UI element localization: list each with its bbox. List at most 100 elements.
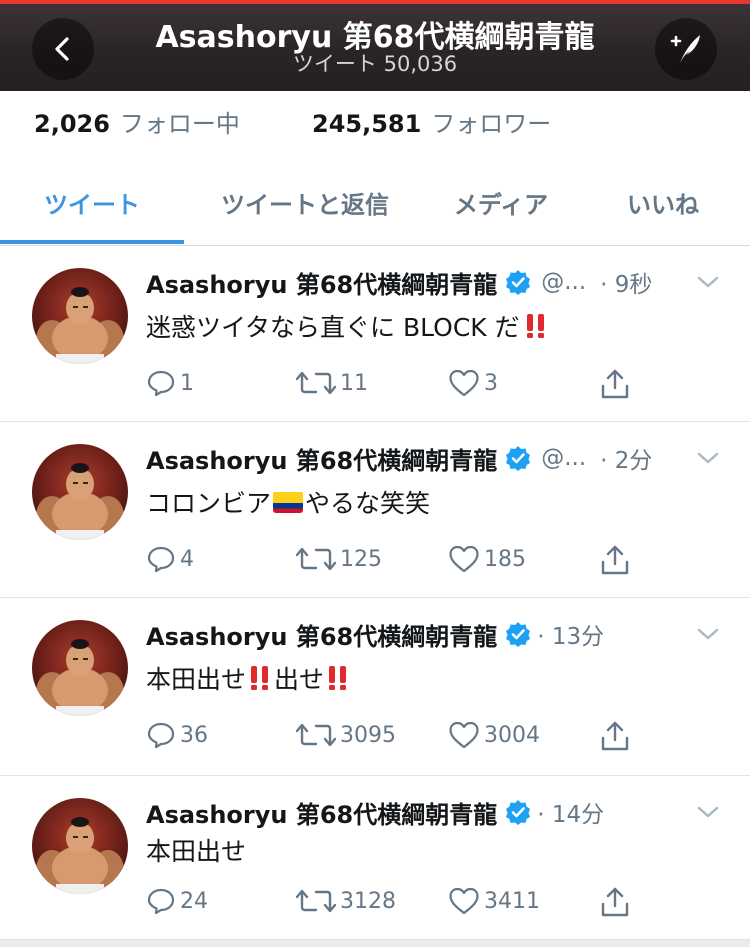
retweet-count: 125	[340, 546, 382, 572]
heart-icon	[448, 368, 480, 398]
tweet-timestamp[interactable]: · 14分	[537, 795, 604, 829]
reply-icon	[146, 720, 176, 750]
reply-button[interactable]: 4	[146, 544, 194, 574]
share-button[interactable]	[600, 886, 634, 918]
reply-count: 24	[180, 888, 208, 914]
like-button[interactable]: 3004	[448, 720, 540, 750]
tweet-card[interactable]: Asashoryu 第68代横綱朝青龍 · 14分 本田出せ 24 3128 3…	[0, 776, 750, 940]
tweet-header: Asashoryu 第68代横綱朝青龍 · 13分	[146, 616, 604, 652]
retweet-icon	[296, 886, 336, 916]
tweet-text-main: コロンビア	[146, 489, 272, 518]
share-button[interactable]	[600, 368, 634, 400]
tab-tweets-and-replies[interactable]: ツイートと返信	[184, 160, 426, 244]
display-name[interactable]: Asashoryu 第68代横綱朝青龍	[146, 265, 497, 300]
tweet-card[interactable]: Asashoryu 第68代横綱朝青龍 @... · 9秒 迷惑ツイタなら直ぐに…	[0, 246, 750, 422]
like-count: 3	[484, 370, 498, 396]
tweet-card[interactable]: Asashoryu 第68代横綱朝青龍 · 13分 本田出せ 出せ 36 309…	[0, 598, 750, 776]
reply-icon	[146, 368, 176, 398]
avatar[interactable]	[32, 268, 128, 364]
retweet-button[interactable]: 3128	[296, 886, 396, 916]
display-name[interactable]: Asashoryu 第68代横綱朝青龍	[146, 617, 497, 652]
following-count: 2,026	[34, 110, 110, 138]
tweet-text: 迷惑ツイタなら直ぐに BLOCK だ	[146, 308, 548, 344]
display-name[interactable]: Asashoryu 第68代横綱朝青龍	[146, 441, 497, 476]
share-icon	[600, 720, 630, 752]
like-count: 3411	[484, 888, 540, 914]
compose-tweet-icon	[670, 35, 700, 63]
tweet-text-after: 出せ	[274, 665, 325, 694]
tweet-text-main: 迷惑ツイタなら直ぐに BLOCK だ	[146, 313, 520, 342]
reply-button[interactable]: 36	[146, 720, 208, 750]
chevron-down-icon[interactable]	[696, 274, 720, 290]
followers-stat[interactable]: 245,581 フォロワー	[312, 104, 551, 139]
share-icon	[600, 368, 630, 400]
tweet-header: Asashoryu 第68代横綱朝青龍 @... · 2分	[146, 440, 652, 476]
chevron-down-icon[interactable]	[696, 450, 720, 466]
reply-icon	[146, 544, 176, 574]
reply-count: 1	[180, 370, 194, 396]
verified-badge-icon	[505, 621, 531, 647]
double-exclamation-icon	[326, 665, 350, 691]
following-label: フォロー中	[119, 110, 240, 138]
user-handle[interactable]: @...	[541, 269, 586, 295]
active-tab-indicator	[0, 240, 184, 244]
tab-likes[interactable]: いいね	[576, 160, 750, 244]
retweet-count: 11	[340, 370, 368, 396]
like-button[interactable]: 185	[448, 544, 526, 574]
tweet-timestamp[interactable]: · 2分	[600, 441, 652, 475]
reply-button[interactable]: 24	[146, 886, 208, 916]
reply-button[interactable]: 1	[146, 368, 194, 398]
retweet-button[interactable]: 3095	[296, 720, 396, 750]
chevron-down-icon[interactable]	[696, 626, 720, 642]
following-stat[interactable]: 2,026 フォロー中	[34, 104, 240, 138]
tweet-header: Asashoryu 第68代横綱朝青龍 · 14分	[146, 794, 604, 830]
tab-media[interactable]: メディア	[426, 160, 576, 244]
heart-icon	[448, 720, 480, 750]
reply-count: 36	[180, 722, 208, 748]
followers-count: 245,581	[312, 110, 422, 138]
tweet-text-after: やるな笑笑	[305, 489, 431, 518]
tab-tweets[interactable]: ツイート	[0, 160, 184, 244]
avatar[interactable]	[32, 620, 128, 716]
heart-icon	[448, 544, 480, 574]
tweet-count: ツイート 50,036	[292, 52, 458, 76]
retweet-count: 3128	[340, 888, 396, 914]
retweet-icon	[296, 544, 336, 574]
timeline-footer-strip	[0, 940, 750, 947]
verified-badge-icon	[505, 445, 531, 471]
tweet-timestamp[interactable]: · 9秒	[600, 265, 652, 299]
reply-icon	[146, 886, 176, 916]
share-icon	[600, 886, 630, 918]
heart-icon	[448, 886, 480, 916]
chevron-down-icon[interactable]	[696, 804, 720, 820]
profile-header: Asashoryu 第68代横綱朝青龍 ツイート 50,036	[0, 4, 750, 91]
like-count: 3004	[484, 722, 540, 748]
retweet-icon	[296, 720, 336, 750]
user-handle[interactable]: @...	[541, 445, 586, 471]
avatar[interactable]	[32, 798, 128, 894]
tweet-actions: 24 3128 3411	[0, 886, 750, 922]
like-button[interactable]: 3	[448, 368, 498, 398]
compose-tweet-button[interactable]	[655, 18, 717, 80]
avatar[interactable]	[32, 444, 128, 540]
share-icon	[600, 544, 630, 576]
tweet-text-main: 本田出せ	[146, 837, 247, 866]
share-button[interactable]	[600, 544, 634, 576]
retweet-button[interactable]: 11	[296, 368, 368, 398]
reply-count: 4	[180, 546, 194, 572]
verified-badge-icon	[505, 799, 531, 825]
tweet-header: Asashoryu 第68代横綱朝青龍 @... · 9秒	[146, 264, 652, 300]
profile-tabs: ツイート ツイートと返信 メディア いいね	[0, 160, 750, 246]
display-name[interactable]: Asashoryu 第68代横綱朝青龍	[146, 795, 497, 830]
tweet-card[interactable]: Asashoryu 第68代横綱朝青龍 @... · 2分 コロンビア やるな笑…	[0, 422, 750, 598]
like-count: 185	[484, 546, 526, 572]
tweet-timestamp[interactable]: · 13分	[537, 617, 604, 651]
retweet-icon	[296, 368, 336, 398]
double-exclamation-icon	[524, 313, 548, 339]
double-exclamation-icon	[248, 665, 272, 691]
tweet-text: 本田出せ 出せ	[146, 660, 350, 696]
colombia-flag-icon	[273, 491, 304, 513]
retweet-button[interactable]: 125	[296, 544, 382, 574]
like-button[interactable]: 3411	[448, 886, 540, 916]
share-button[interactable]	[600, 720, 634, 752]
